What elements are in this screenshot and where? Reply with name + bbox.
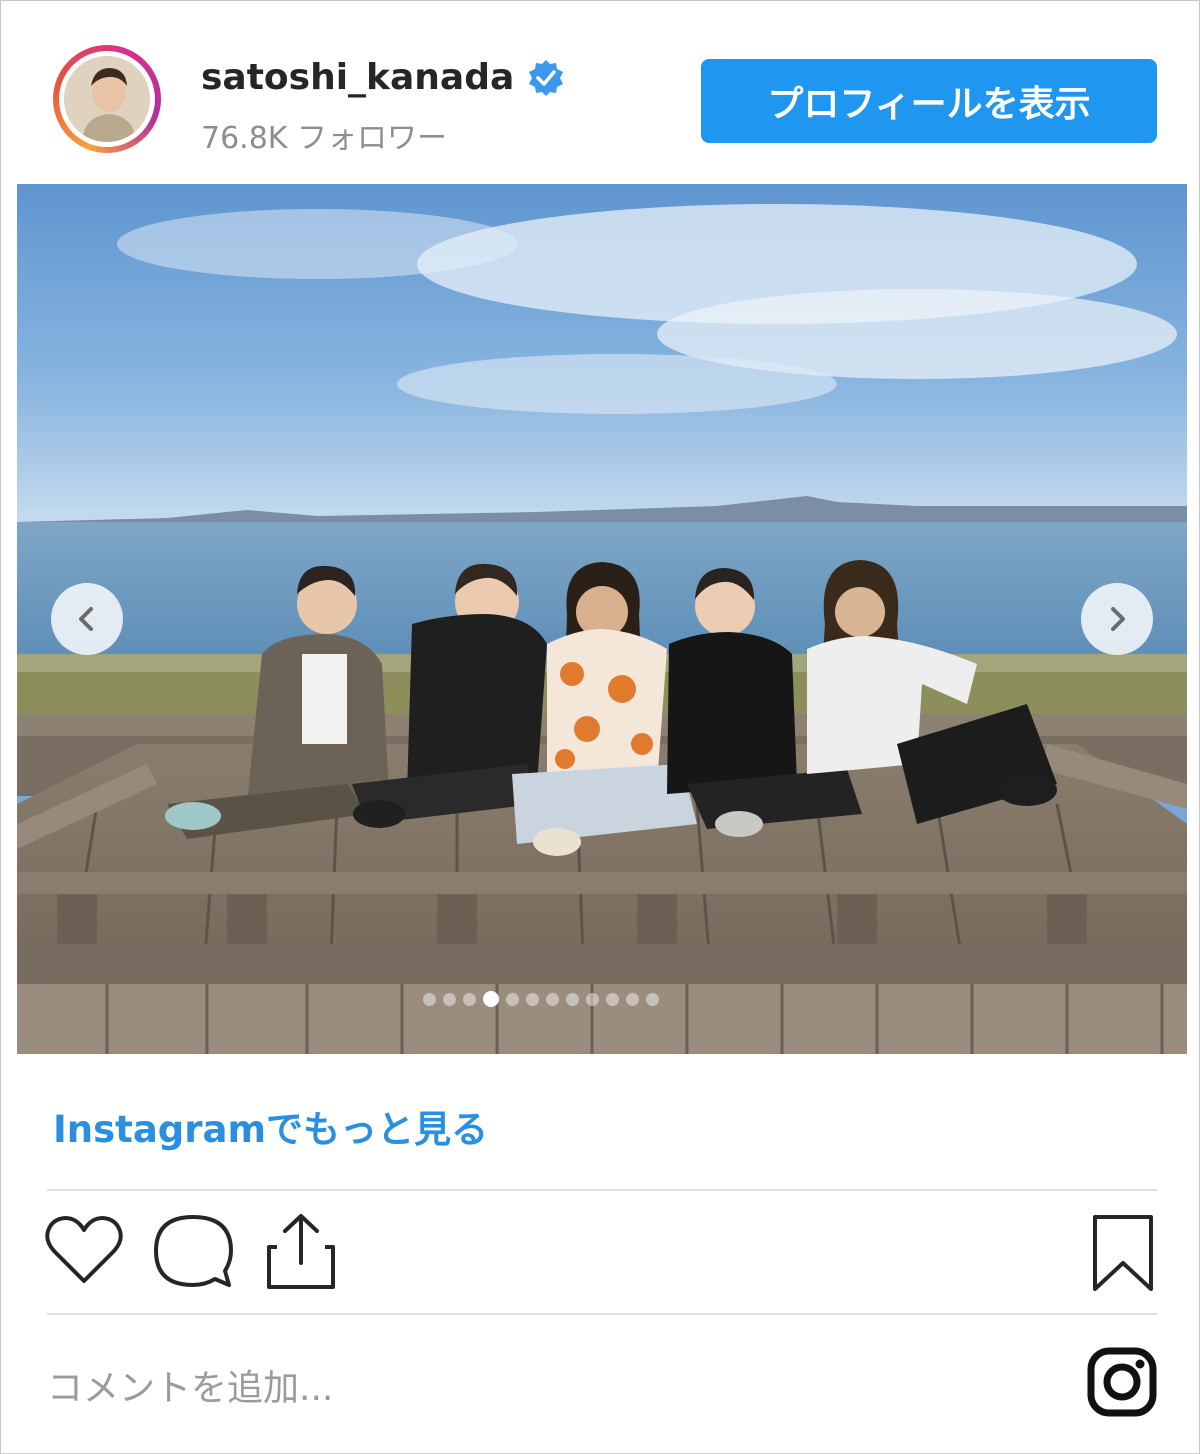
view-more-on-instagram-link[interactable]: Instagramでもっと見る bbox=[53, 1099, 488, 1153]
view-profile-button[interactable]: プロフィールを表示 bbox=[701, 59, 1157, 143]
avatar[interactable] bbox=[53, 45, 161, 153]
follower-count: 76.8K フォロワー bbox=[201, 121, 448, 156]
carousel-dot[interactable] bbox=[526, 992, 539, 1006]
carousel-dot[interactable] bbox=[443, 992, 456, 1006]
carousel-dot[interactable] bbox=[463, 992, 476, 1006]
instagram-embed-card: satoshi_kanada 76.8K フォロワー プロフィールを表示 Ins… bbox=[0, 0, 1200, 1454]
bookmark-icon[interactable] bbox=[1089, 1213, 1157, 1293]
username-row[interactable]: satoshi_kanada bbox=[201, 57, 566, 98]
carousel-dot[interactable] bbox=[566, 992, 579, 1006]
heart-icon[interactable] bbox=[45, 1215, 123, 1285]
post-image[interactable] bbox=[17, 184, 1187, 1054]
chevron-left-icon bbox=[79, 607, 93, 631]
carousel-dot[interactable] bbox=[646, 992, 659, 1006]
carousel-dot[interactable] bbox=[506, 992, 519, 1006]
username[interactable]: satoshi_kanada bbox=[201, 57, 514, 98]
share-icon[interactable] bbox=[263, 1211, 339, 1291]
carousel-dot[interactable] bbox=[586, 992, 599, 1006]
carousel-indicator bbox=[423, 991, 659, 1007]
divider bbox=[47, 1313, 1157, 1315]
chevron-right-icon bbox=[1111, 607, 1125, 631]
instagram-logo-icon[interactable] bbox=[1087, 1347, 1157, 1417]
carousel-dot[interactable] bbox=[546, 992, 559, 1006]
avatar-photo bbox=[64, 56, 150, 142]
carousel-next-button[interactable] bbox=[1081, 583, 1153, 655]
verified-badge-icon bbox=[529, 59, 564, 96]
carousel-dot[interactable] bbox=[423, 992, 436, 1006]
carousel-prev-button[interactable] bbox=[51, 583, 123, 655]
comment-bubble-icon[interactable] bbox=[153, 1213, 233, 1289]
divider bbox=[47, 1189, 1157, 1191]
carousel-dot-active[interactable] bbox=[483, 991, 499, 1007]
add-comment-input[interactable]: コメントを追加... bbox=[47, 1359, 333, 1411]
carousel-dot[interactable] bbox=[626, 992, 639, 1006]
carousel-dot[interactable] bbox=[606, 992, 619, 1006]
